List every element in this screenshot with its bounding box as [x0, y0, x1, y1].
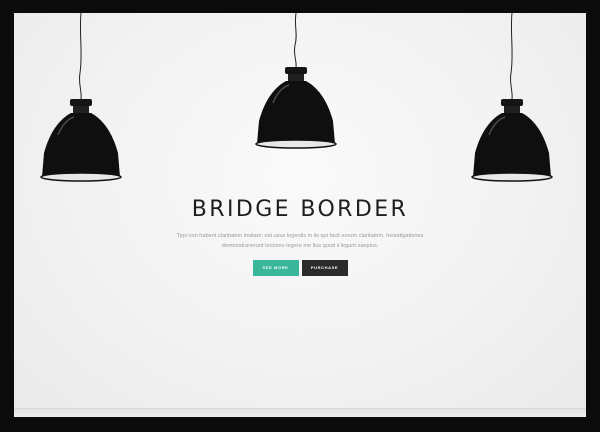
hero-buttons: SEE MORE PURCHASE: [14, 260, 586, 276]
hero-content: BRIDGE BORDER Typi non habent claritatem…: [14, 197, 586, 276]
see-more-button[interactable]: SEE MORE: [252, 260, 299, 276]
hero-subtitle-line: demonstraverunt lectores legere me lius …: [221, 243, 379, 249]
floor-strip: [14, 408, 586, 417]
pendant-lamp-icon: [471, 13, 553, 183]
hero-subtitle-line: Typi non habent claritatem insitam; est …: [176, 233, 424, 239]
hero-title: BRIDGE BORDER: [191, 197, 409, 222]
page-frame: BRIDGE BORDER Typi non habent claritatem…: [0, 0, 600, 432]
pendant-lamp-icon: [40, 13, 122, 183]
hero-section: BRIDGE BORDER Typi non habent claritatem…: [14, 13, 586, 417]
pendant-lamp-icon: [255, 13, 337, 153]
purchase-button[interactable]: PURCHASE: [301, 260, 348, 276]
hero-subtitle: Typi non habent claritatem insitam; est …: [150, 231, 450, 251]
